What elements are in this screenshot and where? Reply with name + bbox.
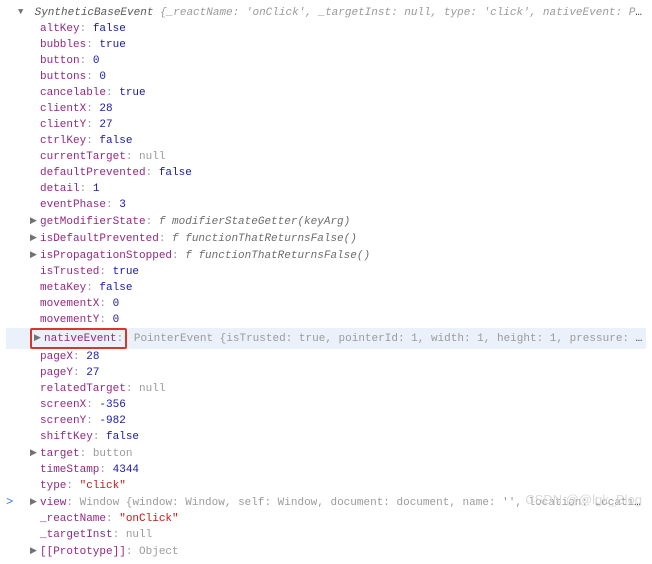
caret-right-icon[interactable]: ▶: [30, 230, 40, 246]
prop-altKey[interactable]: altKey: false: [6, 21, 646, 37]
prop-buttons[interactable]: buttons: 0: [6, 69, 646, 85]
prop-detail[interactable]: detail: 1: [6, 181, 646, 197]
prop-screenX[interactable]: screenX: -356: [6, 397, 646, 413]
caret-down-icon[interactable]: ▼: [18, 4, 28, 20]
prop-movementX[interactable]: movementX: 0: [6, 296, 646, 312]
prop-timeStamp[interactable]: timeStamp: 4344: [6, 462, 646, 478]
prop-bubbles[interactable]: bubbles: true: [6, 37, 646, 53]
prop-clientY[interactable]: clientY: 27: [6, 117, 646, 133]
object-summary: {_reactName: 'onClick', _targetInst: nul…: [160, 7, 646, 19]
caret-right-icon[interactable]: ▶: [34, 330, 44, 346]
caret-right-icon[interactable]: ▶: [30, 494, 40, 510]
prop-pageX[interactable]: pageX: 28: [6, 349, 646, 365]
prop-relatedTarget[interactable]: relatedTarget: null: [6, 381, 646, 397]
object-header[interactable]: ▼ SyntheticBaseEvent {_reactName: 'onCli…: [6, 4, 646, 21]
prop-isTrusted[interactable]: isTrusted: true: [6, 264, 646, 280]
object-type: SyntheticBaseEvent: [35, 7, 154, 19]
prop-clientX[interactable]: clientX: 28: [6, 101, 646, 117]
nativeEvent-type: PointerEvent: [134, 333, 213, 345]
prop-shiftKey[interactable]: shiftKey: false: [6, 429, 646, 445]
prop-type[interactable]: type: "click": [6, 478, 646, 494]
prop-cancelable[interactable]: cancelable: true: [6, 85, 646, 101]
prop-isPropagationStopped[interactable]: ▶isPropagationStopped: f functionThatRet…: [6, 247, 646, 264]
highlight-box: ▶nativeEvent:: [30, 328, 127, 349]
prop-movementY[interactable]: movementY: 0: [6, 312, 646, 328]
prop-reactName[interactable]: _reactName: "onClick": [6, 511, 646, 527]
prop-pageY[interactable]: pageY: 27: [6, 365, 646, 381]
prop-target[interactable]: ▶target: button: [6, 445, 646, 462]
prop-getModifierState[interactable]: ▶getModifierState: f modifierStateGetter…: [6, 213, 646, 230]
prop-isDefaultPrevented[interactable]: ▶isDefaultPrevented: f functionThatRetur…: [6, 230, 646, 247]
prop-screenY[interactable]: screenY: -982: [6, 413, 646, 429]
caret-right-icon[interactable]: ▶: [30, 445, 40, 461]
caret-right-icon[interactable]: ▶: [30, 543, 40, 559]
prop-ctrlKey[interactable]: ctrlKey: false: [6, 133, 646, 149]
prop-eventPhase[interactable]: eventPhase: 3: [6, 197, 646, 213]
prop-button[interactable]: button: 0: [6, 53, 646, 69]
caret-right-icon[interactable]: ▶: [30, 213, 40, 229]
prop-nativeEvent[interactable]: ▶nativeEvent: PointerEvent {isTrusted: t…: [6, 328, 646, 349]
prop-currentTarget[interactable]: currentTarget: null: [6, 149, 646, 165]
caret-right-icon[interactable]: ▶: [30, 247, 40, 263]
prop-prototype[interactable]: ▶[[Prototype]]: Object: [6, 543, 646, 560]
prop-view[interactable]: ▶view: Window {window: Window, self: Win…: [6, 494, 646, 511]
prop-defaultPrevented[interactable]: defaultPrevented: false: [6, 165, 646, 181]
console-prompt-icon[interactable]: >: [6, 494, 13, 510]
prop-targetInst[interactable]: _targetInst: null: [6, 527, 646, 543]
prop-metaKey[interactable]: metaKey: false: [6, 280, 646, 296]
